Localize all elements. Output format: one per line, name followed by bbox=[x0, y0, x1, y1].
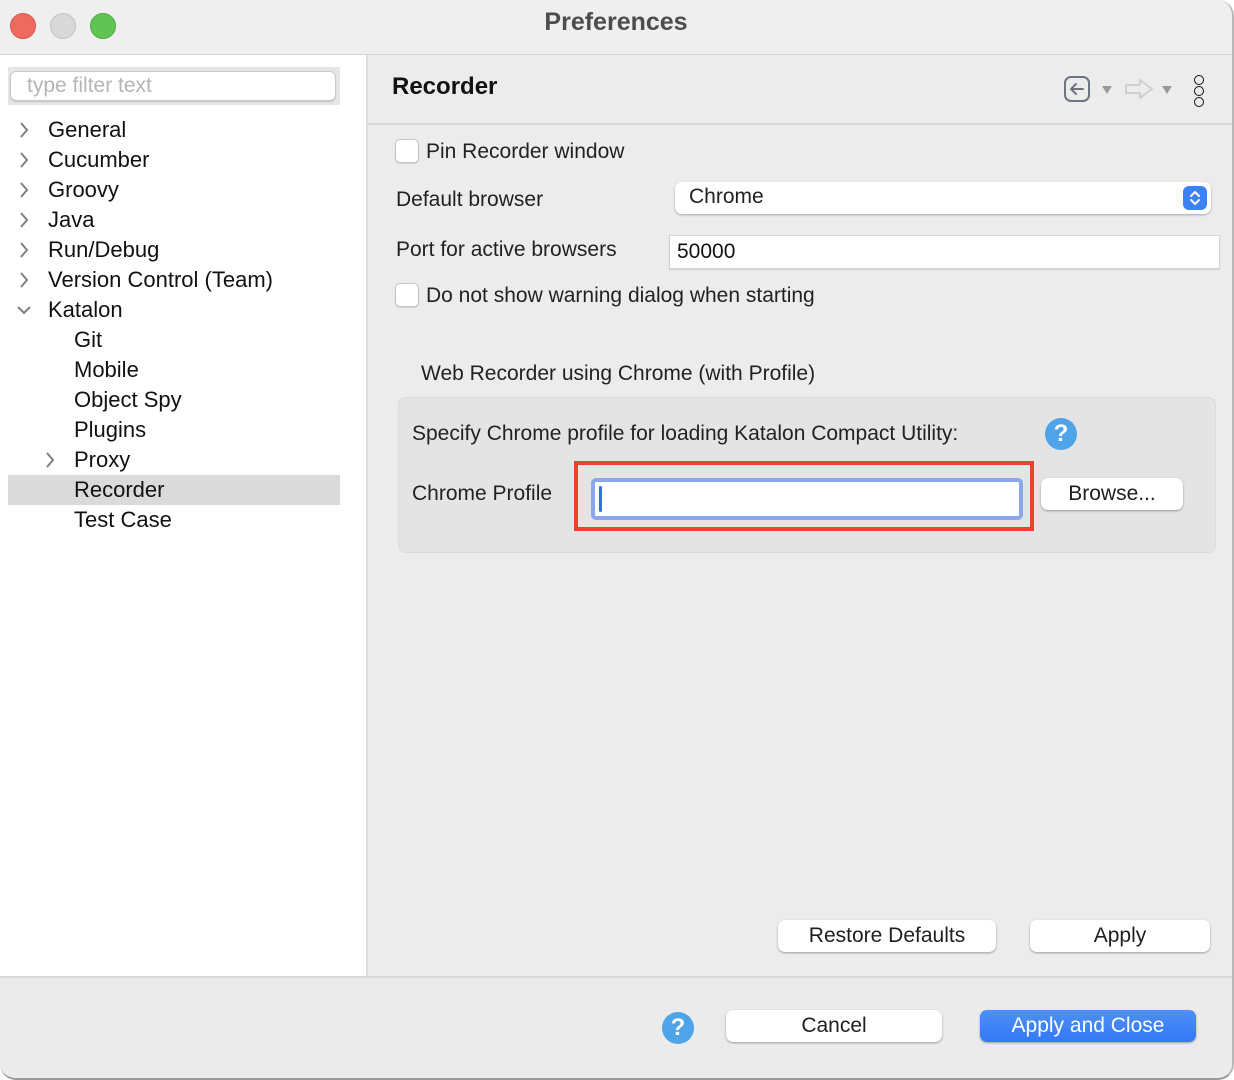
tree-item-label: Cucumber bbox=[48, 147, 150, 172]
tree-item-katalon[interactable]: Katalon bbox=[0, 295, 366, 325]
restore-defaults-button[interactable]: Restore Defaults bbox=[778, 920, 996, 952]
chevron-right-icon[interactable] bbox=[16, 265, 32, 295]
tree-item-groovy[interactable]: Groovy bbox=[0, 175, 366, 205]
help-icon[interactable]: ? bbox=[662, 1012, 694, 1044]
tree-item-plugins[interactable]: Plugins bbox=[0, 415, 366, 445]
port-label: Port for active browsers bbox=[396, 238, 617, 261]
no-warning-checkbox[interactable] bbox=[395, 283, 419, 307]
tree-item-general[interactable]: General bbox=[0, 115, 366, 145]
tree-item-label: Java bbox=[48, 207, 95, 232]
tree-item-cucumber[interactable]: Cucumber bbox=[0, 145, 366, 175]
filter-container bbox=[8, 67, 340, 105]
tree-item-mobile[interactable]: Mobile bbox=[0, 355, 366, 385]
tree-item-label: Recorder bbox=[74, 477, 165, 502]
tree-item-recorder[interactable]: Recorder bbox=[8, 475, 340, 505]
preferences-tree: General Cucumber Groovy Java Run/Debug Versio… bbox=[0, 115, 366, 535]
tree-item-version-control-team[interactable]: Version Control (Team) bbox=[0, 265, 366, 295]
default-browser-label: Default browser bbox=[396, 188, 544, 211]
tree-item-label: Groovy bbox=[48, 177, 119, 202]
chevron-right-icon[interactable] bbox=[16, 205, 32, 235]
tree-item-proxy[interactable]: Proxy bbox=[0, 445, 366, 475]
no-warning-label: Do not show warning dialog when starting bbox=[426, 284, 815, 307]
tree-item-label: Plugins bbox=[74, 417, 147, 442]
page-header: Recorder bbox=[368, 55, 1232, 125]
vertical-menu-icon[interactable] bbox=[1194, 75, 1206, 108]
tree-item-label: Mobile bbox=[74, 357, 139, 382]
chevron-right-icon[interactable] bbox=[16, 115, 32, 145]
preference-page: Recorder Pin Recorder window Default bro… bbox=[368, 55, 1232, 976]
web-recorder-group: Specify Chrome profile for loading Katal… bbox=[398, 397, 1216, 553]
default-browser-select[interactable]: Chrome bbox=[675, 182, 1211, 214]
chrome-profile-input[interactable] bbox=[591, 478, 1023, 520]
preferences-sidebar: General Cucumber Groovy Java Run/Debug Versio… bbox=[0, 55, 368, 976]
apply-and-close-button[interactable]: Apply and Close bbox=[980, 1010, 1196, 1042]
tree-item-git[interactable]: Git bbox=[0, 325, 366, 355]
tree-item-label: Proxy bbox=[74, 447, 131, 472]
cancel-button[interactable]: Cancel bbox=[726, 1010, 942, 1042]
chrome-profile-label: Chrome Profile bbox=[412, 482, 553, 505]
chevron-right-icon[interactable] bbox=[42, 445, 58, 475]
back-arrow-icon[interactable] bbox=[1064, 76, 1090, 102]
preferences-window: Preferences General Cucumber Groovy Java Run… bbox=[0, 0, 1234, 1080]
pin-recorder-checkbox[interactable] bbox=[395, 139, 419, 163]
title-bar: Preferences bbox=[0, 0, 1232, 55]
chevron-down-icon[interactable] bbox=[16, 295, 32, 325]
tree-item-label: Test Case bbox=[74, 507, 172, 532]
text-cursor bbox=[599, 486, 602, 512]
pin-recorder-label: Pin Recorder window bbox=[426, 140, 625, 163]
tree-item-label: Git bbox=[74, 327, 103, 352]
chevron-right-icon[interactable] bbox=[16, 235, 32, 265]
port-input[interactable]: 50000 bbox=[669, 235, 1220, 269]
tree-item-label: Run/Debug bbox=[48, 237, 160, 262]
tree-item-object-spy[interactable]: Object Spy bbox=[0, 385, 366, 415]
tree-item-run-debug[interactable]: Run/Debug bbox=[0, 235, 366, 265]
window-title: Preferences bbox=[544, 8, 688, 36]
tree-item-label: Version Control (Team) bbox=[48, 267, 273, 292]
apply-button[interactable]: Apply bbox=[1030, 920, 1210, 952]
browse-button[interactable]: Browse... bbox=[1041, 478, 1183, 510]
filter-input[interactable] bbox=[10, 71, 336, 101]
back-history-dropdown-icon[interactable] bbox=[1102, 86, 1112, 94]
help-icon[interactable]: ? bbox=[1045, 418, 1077, 450]
tree-item-label: General bbox=[48, 117, 127, 142]
forward-arrow-icon[interactable] bbox=[1124, 77, 1156, 101]
chrome-profile-description: Specify Chrome profile for loading Katal… bbox=[412, 422, 959, 445]
chevron-right-icon[interactable] bbox=[16, 145, 32, 175]
page-title: Recorder bbox=[392, 73, 498, 100]
dialog-footer: ? Cancel Apply and Close bbox=[0, 976, 1232, 1078]
tree-item-label: Object Spy bbox=[74, 387, 182, 412]
tree-item-label: Katalon bbox=[48, 297, 123, 322]
tree-item-java[interactable]: Java bbox=[0, 205, 366, 235]
forward-history-dropdown-icon[interactable] bbox=[1162, 86, 1172, 94]
chevron-up-down-icon bbox=[1183, 186, 1207, 210]
web-recorder-group-title: Web Recorder using Chrome (with Profile) bbox=[421, 362, 816, 385]
tree-item-test-case[interactable]: Test Case bbox=[0, 505, 366, 535]
chevron-right-icon[interactable] bbox=[16, 175, 32, 205]
default-browser-value: Chrome bbox=[689, 185, 764, 208]
